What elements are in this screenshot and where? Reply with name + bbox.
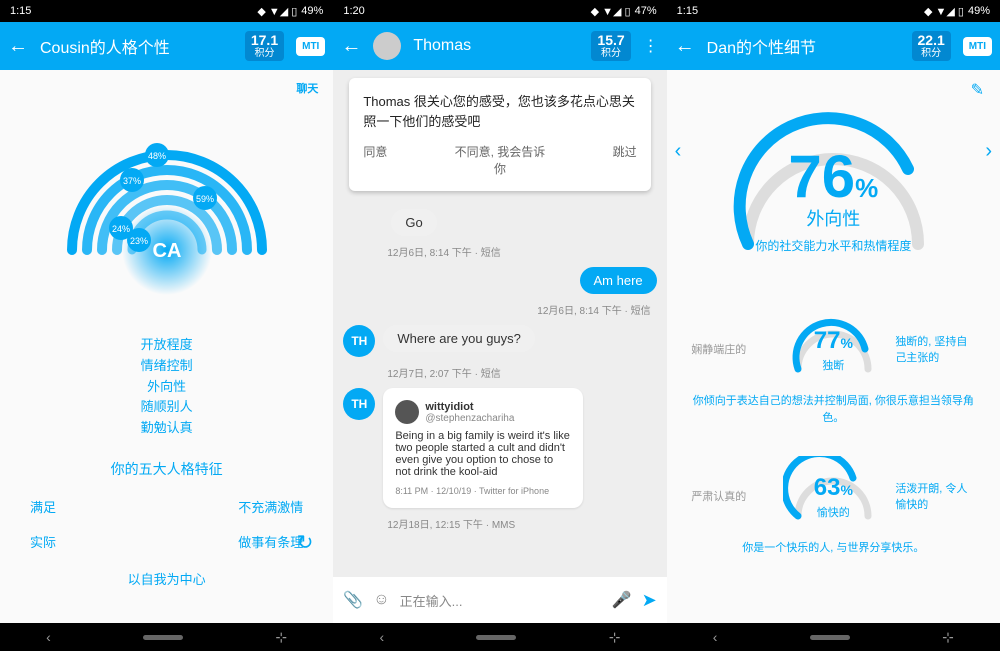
score-badge[interactable]: 15.7积分: [591, 31, 630, 61]
score-badge[interactable]: 22.1积分: [912, 31, 951, 61]
nav-accessibility-icon[interactable]: ⊹: [275, 629, 287, 646]
tweet-meta: 8:11 PM · 12/10/19 · Twitter for iPhone: [395, 486, 571, 496]
svg-text:37%: 37%: [123, 176, 141, 186]
trait-left: 严肃认真的: [691, 488, 771, 504]
trait-left: 娴静端庄的: [691, 341, 771, 357]
svg-text:24%: 24%: [112, 224, 130, 234]
back-icon[interactable]: ←: [8, 35, 28, 58]
status-time: 1:20: [343, 5, 364, 17]
app-bar: ← Cousin的人格个性 17.1积分 MTI: [0, 22, 333, 70]
send-icon[interactable]: ➤: [642, 590, 657, 611]
back-icon[interactable]: ←: [341, 35, 361, 58]
app-bar: ← Thomas 15.7积分 ⋮: [333, 22, 666, 70]
nav-accessibility-icon[interactable]: ⊹: [609, 629, 621, 646]
msg-time: 12月7日, 2:07 下午 · 短信: [343, 363, 656, 382]
nav-home-icon[interactable]: [143, 635, 183, 640]
nav-back-icon[interactable]: ‹: [379, 629, 384, 645]
refresh-icon[interactable]: ↻: [297, 530, 314, 555]
trait-label: 随顺别人: [0, 397, 333, 418]
status-bar: 1:20 ◆ ▼◢ ▯47%: [333, 0, 666, 22]
trait-item[interactable]: 满足: [30, 489, 167, 524]
nav-bar: ‹ ⊹: [0, 623, 333, 651]
tweet-avatar: [395, 400, 419, 424]
gauge-desc: 你的社交能力水平和热情程度: [667, 237, 1000, 254]
personality-arcs: 48% 37% 59% 24% 23% CA: [27, 80, 307, 340]
nav-bar: ‹ ⊹: [667, 623, 1000, 651]
svg-text:48%: 48%: [148, 151, 166, 161]
msg-in[interactable]: Go: [391, 209, 436, 236]
gauge-label: 外向性: [667, 205, 1000, 231]
message-input[interactable]: 正在输入...: [400, 591, 602, 610]
trait-desc: 你倾向于表达自己的想法并控制局面, 你很乐意担当领导角色。: [667, 389, 1000, 436]
mti-button[interactable]: MTI: [963, 37, 992, 56]
sub-gauge: 77% 独断: [783, 309, 883, 389]
trait-item[interactable]: 实际: [30, 524, 167, 559]
suggestion-text: Thomas 很关心您的感受，您也该多花点心思关照一下他们的感受吧: [363, 92, 636, 131]
edit-icon[interactable]: ✎: [667, 70, 1000, 100]
score-badge[interactable]: 17.1积分: [245, 31, 284, 61]
svg-text:59%: 59%: [196, 194, 214, 204]
nav-bar: ‹ ⊹: [333, 623, 666, 651]
nav-back-icon[interactable]: ‹: [46, 629, 51, 645]
nav-accessibility-icon[interactable]: ⊹: [942, 629, 954, 646]
attach-icon[interactable]: 📎: [343, 590, 363, 610]
mic-icon[interactable]: 🎤: [612, 590, 632, 610]
nav-home-icon[interactable]: [810, 635, 850, 640]
status-bar: 1:15 ◆ ▼◢ ▯49%: [0, 0, 333, 22]
skip-button[interactable]: 跳过: [613, 143, 637, 177]
avatar[interactable]: TH: [343, 325, 375, 357]
trait-item[interactable]: 不充满激情: [167, 489, 304, 524]
tweet-card[interactable]: wittyidiot@stephenzachariha Being in a b…: [383, 388, 583, 508]
svg-text:23%: 23%: [130, 236, 148, 246]
sub-gauge: 63% 愉快的: [783, 456, 883, 536]
trait-right: 活泼开朗, 令人愉快的: [895, 480, 975, 512]
trait-label: 外向性: [0, 377, 333, 398]
trait-desc: 你是一个快乐的人, 与世界分享快乐。: [667, 536, 1000, 567]
trait-item[interactable]: 以自我为中心: [0, 569, 333, 588]
back-icon[interactable]: ←: [675, 35, 695, 58]
emoji-icon[interactable]: ☺: [373, 591, 389, 609]
traits-heading: 你的五大人格特征: [0, 459, 333, 479]
status-time: 1:15: [677, 5, 698, 17]
msg-out[interactable]: Am here: [580, 267, 657, 294]
mti-button[interactable]: MTI: [296, 37, 325, 56]
trait-item[interactable]: 做事有条理: [167, 524, 304, 559]
avatar[interactable]: TH: [343, 388, 375, 420]
tweet-body: Being in a big family is weird it's like…: [395, 430, 571, 478]
suggestion-card: Thomas 很关心您的感受，您也该多花点心思关照一下他们的感受吧 同意 不同意…: [349, 78, 650, 191]
page-title: Cousin的人格个性: [40, 34, 233, 58]
nav-back-icon[interactable]: ‹: [713, 629, 718, 645]
msg-time: 12月6日, 8:14 下午 · 短信: [343, 242, 656, 261]
svg-text:CA: CA: [152, 240, 181, 262]
contact-avatar[interactable]: [373, 32, 401, 60]
trait-right: 独断的, 坚持自己主张的: [895, 333, 975, 365]
page-title: Dan的个性细节: [707, 34, 900, 58]
msg-time: 12月6日, 8:14 下午 · 短信: [343, 300, 656, 319]
status-bar: 1:15 ◆ ▼◢ ▯49%: [667, 0, 1000, 22]
more-icon[interactable]: ⋮: [643, 36, 659, 56]
app-bar: ← Dan的个性细节 22.1积分 MTI: [667, 22, 1000, 70]
status-time: 1:15: [10, 5, 31, 17]
contact-name: Thomas: [413, 37, 579, 55]
trait-label: 情绪控制: [0, 356, 333, 377]
message-input-bar: 📎 ☺ 正在输入... 🎤 ➤: [333, 577, 666, 623]
msg-in[interactable]: Where are you guys?: [383, 325, 535, 352]
nav-home-icon[interactable]: [476, 635, 516, 640]
msg-time: 12月18日, 12:15 下午 · MMS: [343, 514, 656, 533]
disagree-button[interactable]: 不同意, 我会告诉你: [450, 143, 550, 177]
agree-button[interactable]: 同意: [363, 143, 387, 177]
trait-label: 勤勉认真: [0, 418, 333, 439]
